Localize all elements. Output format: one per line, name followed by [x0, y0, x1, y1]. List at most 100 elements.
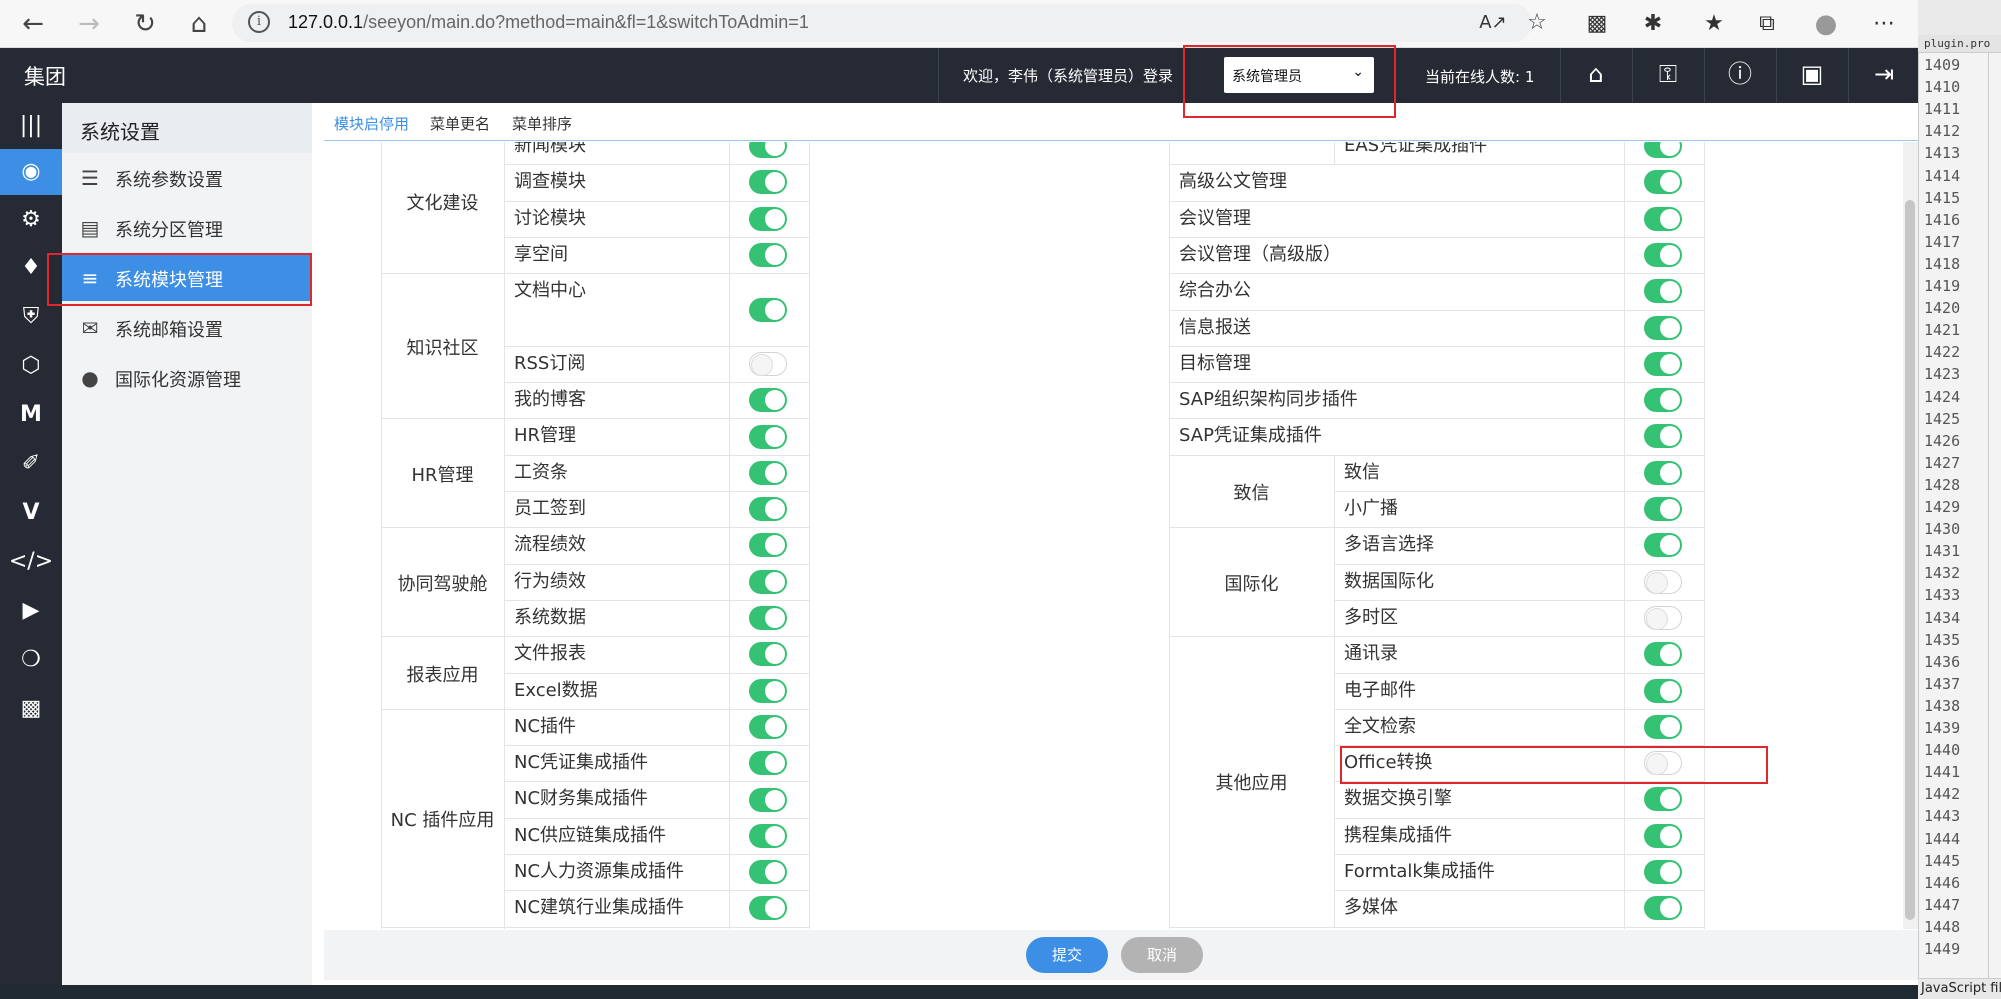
read-aloud-icon[interactable]: A↗	[1478, 8, 1508, 38]
module-toggle[interactable]	[1644, 206, 1682, 231]
submit-button[interactable]: 提交	[1026, 937, 1108, 973]
module-toggle[interactable]	[749, 714, 787, 739]
module-toggle[interactable]	[1644, 896, 1682, 921]
module-toggle[interactable]	[749, 460, 787, 485]
cancel-button[interactable]: 取消	[1121, 937, 1203, 973]
key-icon[interactable]: ⚿	[1652, 58, 1684, 90]
sidebar-item-system-params[interactable]: ☰ 系统参数设置	[62, 153, 312, 201]
module-toggle[interactable]	[1644, 787, 1682, 812]
settings-gear-icon[interactable]: ⚙	[0, 197, 62, 243]
module-toggle[interactable]	[749, 388, 787, 413]
module-toggle[interactable]	[1644, 569, 1682, 594]
sidebar-item-partition[interactable]: ▤ 系统分区管理	[62, 203, 312, 251]
module-toggle[interactable]	[1644, 497, 1682, 521]
back-arrow-icon[interactable]: ←	[16, 7, 50, 41]
line-number: 1437	[1924, 674, 1961, 693]
module-name: 目标管理	[1179, 352, 1251, 374]
nav-rail: ||| ◉ ⚙ ♦ ⛨ ⬡ M ✐ V </> ▶ ❍ ▩	[0, 103, 62, 999]
sidebar-title: 系统设置	[80, 120, 160, 144]
module-toggle[interactable]	[1644, 388, 1682, 413]
table-grid-line	[809, 142, 810, 929]
module-toggle[interactable]	[749, 569, 787, 594]
module-toggle[interactable]	[1644, 642, 1682, 667]
module-toggle[interactable]	[749, 206, 787, 231]
dashboard-icon[interactable]: ◉	[0, 149, 62, 195]
home-icon[interactable]: ⌂	[1580, 58, 1612, 90]
monitor-icon[interactable]: ▣	[1796, 58, 1828, 90]
module-toggle[interactable]	[749, 606, 787, 631]
module-toggle[interactable]	[1644, 605, 1682, 630]
module-toggle[interactable]	[1644, 678, 1682, 703]
module-toggle[interactable]	[749, 642, 787, 667]
site-info-icon[interactable]: i	[248, 11, 270, 33]
module-toggle[interactable]	[749, 751, 787, 776]
url-text[interactable]: 127.0.0.1/seeyon/main.do?method=main&fl=…	[288, 12, 809, 33]
module-name: 流程绩效	[514, 534, 586, 556]
module-toggle[interactable]	[1644, 860, 1682, 884]
module-name: Excel数据	[514, 679, 598, 701]
more-menu-icon[interactable]: ⋯	[1869, 9, 1899, 39]
collections-icon[interactable]: ⧉	[1752, 9, 1782, 39]
module-toggle[interactable]	[749, 533, 787, 558]
tab-enable-modules[interactable]: 模块启停用	[334, 113, 409, 134]
table-grid-line	[1169, 636, 1334, 638]
tab-sort-menu[interactable]: 菜单排序	[512, 113, 572, 134]
line-number: 1433	[1924, 586, 1961, 605]
logout-icon[interactable]: ⇥	[1868, 58, 1900, 90]
favorites-icon[interactable]: ★	[1699, 9, 1729, 39]
extensions-icon[interactable]: ✱	[1638, 9, 1668, 39]
sidebar-item-i18n[interactable]: ● 国际化资源管理	[62, 353, 312, 401]
module-toggle[interactable]	[749, 678, 787, 703]
module-toggle[interactable]	[749, 351, 787, 376]
scrollbar-thumb[interactable]	[1905, 200, 1915, 920]
group-label: 致信	[1233, 483, 1270, 504]
hexagon-icon[interactable]: ⬡	[0, 343, 62, 389]
sidebar-item-mail[interactable]: ✉ 系统邮箱设置	[62, 303, 312, 351]
module-toggle[interactable]	[749, 787, 787, 812]
games-icon[interactable]: ▩	[1582, 9, 1612, 39]
line-number: 1429	[1924, 498, 1961, 516]
computer-icon[interactable]: ▩	[0, 686, 62, 732]
forward-arrow-icon[interactable]: →	[72, 7, 106, 41]
module-toggle[interactable]	[749, 497, 787, 522]
module-toggle[interactable]	[1644, 533, 1682, 558]
menu-toggle-icon[interactable]: |||	[0, 103, 62, 149]
module-toggle[interactable]	[1644, 142, 1682, 158]
home-icon[interactable]: ⌂	[182, 7, 216, 41]
module-toggle[interactable]	[749, 896, 787, 921]
module-toggle[interactable]	[749, 860, 787, 885]
table-grid-line	[381, 636, 504, 638]
module-name: 信息报送	[1179, 316, 1251, 338]
v-letter-icon[interactable]: V	[0, 490, 62, 536]
m-letter-icon[interactable]: M	[0, 392, 62, 438]
module-toggle[interactable]	[749, 170, 787, 195]
module-toggle[interactable]	[1644, 279, 1682, 304]
module-toggle[interactable]	[749, 142, 787, 159]
module-toggle[interactable]	[1644, 823, 1682, 848]
header-divider	[938, 48, 939, 103]
module-toggle[interactable]	[1644, 351, 1682, 376]
module-toggle[interactable]	[1644, 170, 1682, 195]
help-icon[interactable]: ⓘ	[1724, 58, 1756, 90]
address-bar[interactable]: i 127.0.0.1/seeyon/main.do?method=main&f…	[232, 4, 1547, 42]
add-favorite-icon[interactable]: ☆	[1522, 8, 1552, 38]
module-toggle[interactable]	[1644, 315, 1682, 340]
brush-icon[interactable]: ✐	[0, 441, 62, 487]
group-label: 国际化	[1224, 573, 1279, 595]
module-toggle[interactable]	[749, 297, 787, 322]
module-toggle[interactable]	[1644, 242, 1682, 267]
module-toggle[interactable]	[1644, 714, 1682, 739]
module-toggle[interactable]	[1644, 460, 1682, 485]
editor-file-tab[interactable]: plugin.pro	[1924, 37, 1990, 50]
tab-rename-menu[interactable]: 菜单更名	[430, 113, 490, 134]
profile-avatar-icon[interactable]: ●	[1811, 9, 1841, 39]
cube-icon[interactable]: ❍	[0, 637, 62, 683]
module-toggle[interactable]	[749, 823, 787, 848]
module-toggle[interactable]	[1644, 424, 1682, 449]
module-toggle[interactable]	[749, 243, 787, 268]
plug-icon[interactable]: ▶	[0, 588, 62, 634]
reload-icon[interactable]: ↻	[128, 7, 162, 41]
module-toggle[interactable]	[749, 424, 787, 449]
line-number: 1421	[1924, 321, 1961, 340]
code-icon[interactable]: </>	[0, 539, 62, 585]
